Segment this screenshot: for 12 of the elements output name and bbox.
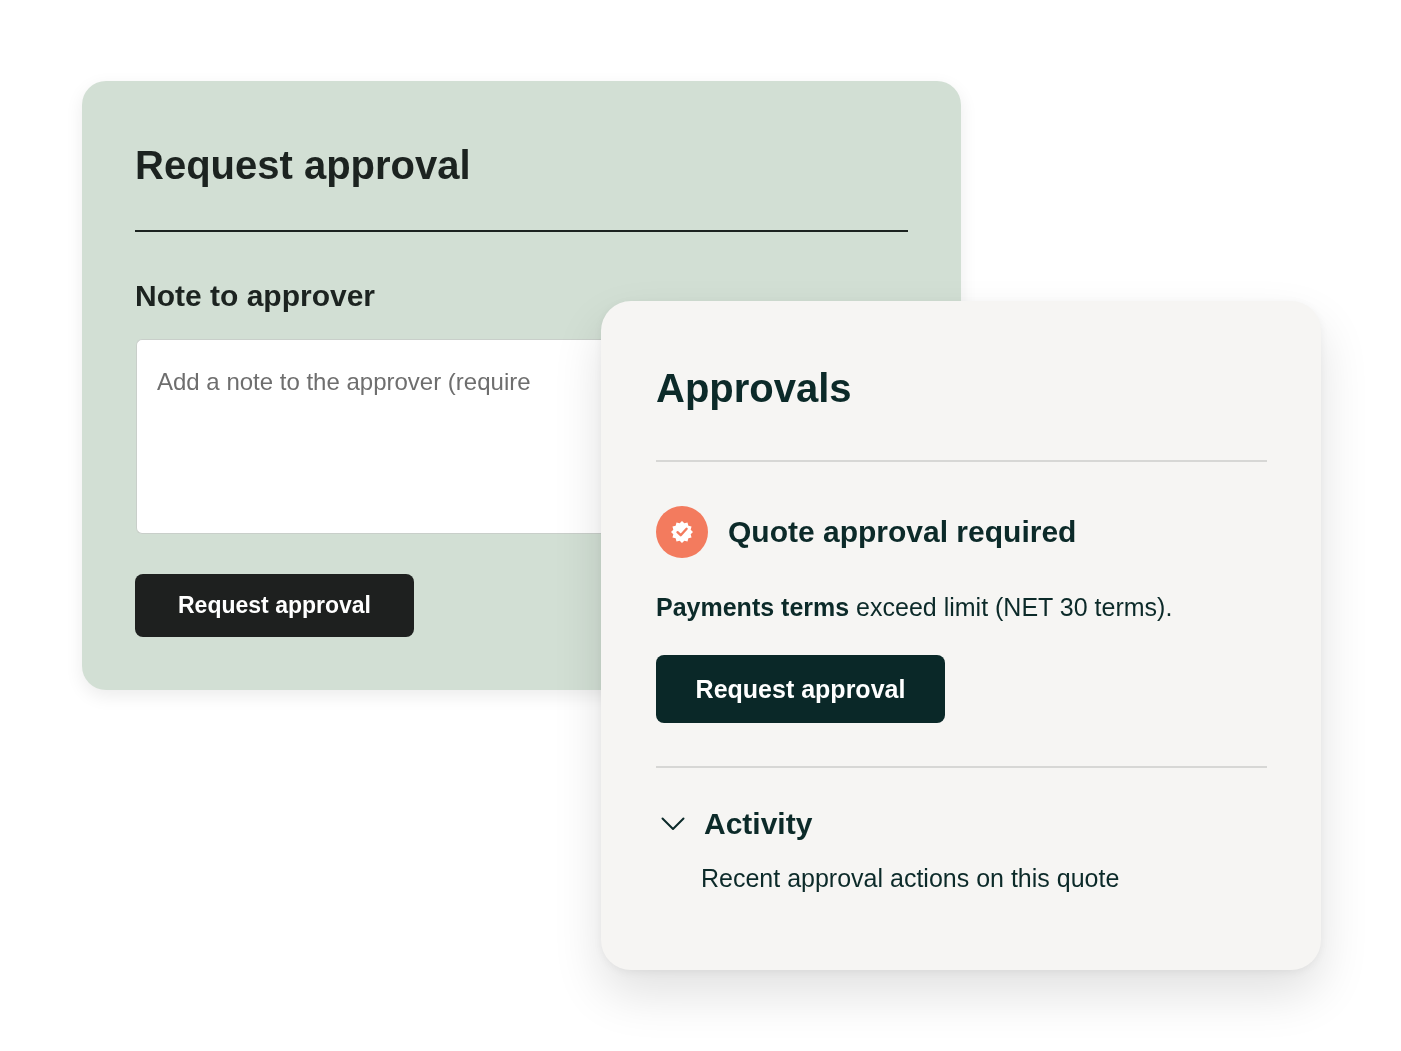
request-approval-button[interactable]: Request approval: [135, 574, 414, 637]
chevron-down-icon[interactable]: [661, 817, 685, 831]
note-input-field[interactable]: Add a note to the approver (require: [136, 339, 601, 534]
activity-toggle[interactable]: Activity: [704, 804, 813, 844]
card-title: Request approval: [135, 142, 471, 189]
badge-check-icon: [656, 506, 708, 558]
card-title: Approvals: [656, 365, 852, 412]
alert-title: Quote approval required: [728, 514, 1077, 550]
request-approval-button[interactable]: Request approval: [656, 655, 945, 723]
activity-description: Recent approval actions on this quote: [701, 863, 1120, 894]
alert-message: Payments terms exceed limit (NET 30 terms).: [656, 592, 1173, 623]
field-label: Note to approver: [135, 278, 376, 314]
